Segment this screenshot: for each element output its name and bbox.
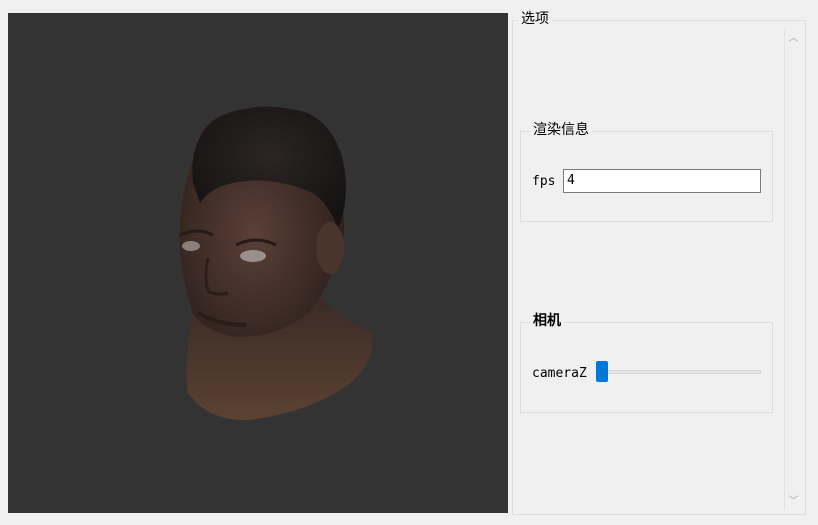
camera-z-slider-handle[interactable]: [596, 361, 608, 382]
options-title: 选项: [518, 11, 552, 27]
fps-label: fps: [532, 174, 556, 189]
scroll-down-icon[interactable]: ﹀: [785, 493, 802, 510]
options-scrollbar[interactable]: ︿ ﹀: [784, 30, 802, 510]
camera-z-label: cameraZ: [532, 366, 587, 381]
render-info-title: 渲染信息: [530, 122, 592, 138]
options-group: 选项: [512, 11, 806, 515]
camera-group: 相机 cameraZ: [520, 313, 773, 413]
render-info-group: 渲染信息 fps 4: [520, 122, 773, 222]
fps-field[interactable]: 4: [563, 169, 761, 193]
3d-viewport[interactable]: [8, 13, 508, 513]
scroll-up-icon[interactable]: ︿: [785, 30, 802, 47]
head-model: [179, 106, 373, 421]
camera-title: 相机: [530, 313, 564, 329]
camera-z-slider-track[interactable]: [596, 370, 761, 374]
